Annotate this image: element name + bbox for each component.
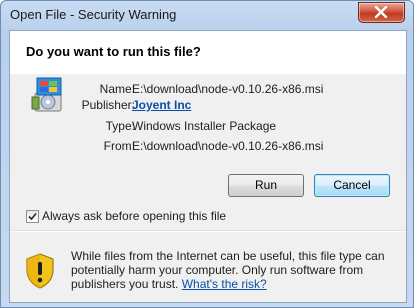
window-title: Open File - Security Warning: [10, 7, 177, 22]
whats-the-risk-link[interactable]: What's the risk?: [182, 277, 267, 291]
dialog-heading: Do you want to run this file?: [26, 44, 201, 59]
file-type-value: Windows Installer Package: [132, 119, 277, 133]
check-icon: [28, 212, 37, 221]
detail-label: Type:: [105, 119, 135, 133]
warning-message: While files from the Internet can be use…: [71, 249, 391, 291]
detail-label: Publisher:: [81, 98, 135, 112]
detail-label: Name:: [99, 82, 135, 96]
title-bar[interactable]: Open File - Security Warning: [1, 1, 413, 29]
header-band: Do you want to run this file?: [10, 31, 406, 74]
detail-row-from: From: E:\download\node-v0.10.26-x86.msi: [10, 139, 406, 155]
publisher-link[interactable]: Joyent Inc: [132, 98, 191, 112]
always-ask-checkbox[interactable]: [26, 210, 39, 223]
cancel-button[interactable]: Cancel: [314, 174, 390, 197]
detail-label: From:: [103, 139, 135, 153]
security-shield-warning-icon: [26, 253, 54, 289]
close-button[interactable]: [358, 2, 405, 23]
divider-highlight: [10, 231, 406, 232]
file-source-value: E:\download\node-v0.10.26-x86.msi: [132, 139, 324, 153]
detail-row-publisher: Publisher: Joyent Inc: [10, 98, 406, 114]
detail-row-name: Name: E:\download\node-v0.10.26-x86.msi: [10, 82, 406, 98]
dialog-body: Do you want to run this file? Name: E:\d…: [9, 30, 407, 303]
file-name-value: E:\download\node-v0.10.26-x86.msi: [132, 82, 324, 96]
detail-row-type: Type: Windows Installer Package: [10, 119, 406, 135]
security-warning-window: Open File - Security Warning Do you want…: [0, 0, 414, 308]
run-button[interactable]: Run: [228, 174, 304, 197]
always-ask-label[interactable]: Always ask before opening this file: [42, 209, 226, 223]
close-icon: [374, 6, 388, 18]
